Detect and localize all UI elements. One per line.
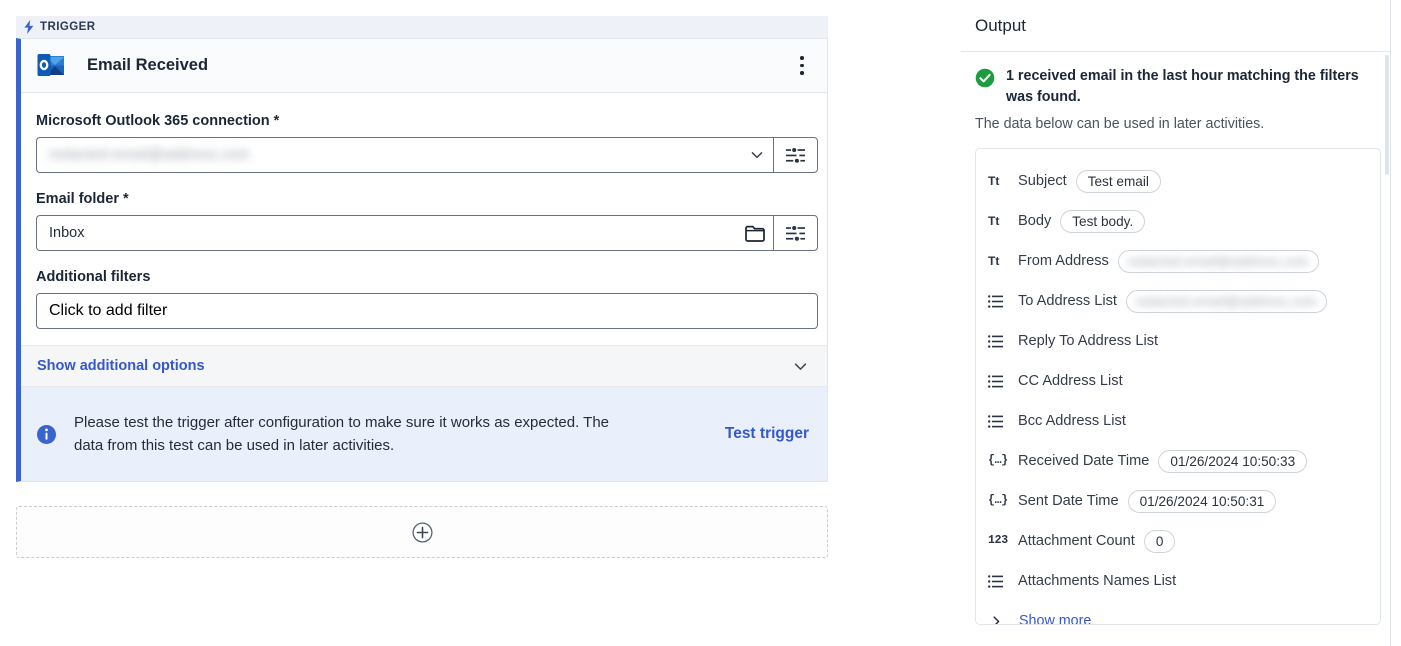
folder-expression-button[interactable] [773,215,818,251]
additional-filters-input[interactable]: Click to add filter [36,293,818,329]
plus-circle-icon [412,522,433,543]
output-subtitle: The data below can be used in later acti… [975,116,1379,132]
output-field-row[interactable]: {…} Sent Date Time 01/26/2024 10:50:31 [976,481,1380,521]
text-type-icon: Tt [988,255,1008,267]
show-more-button[interactable]: Show more [976,601,1380,625]
text-type-icon: Tt [988,175,1008,187]
output-field-value-chip[interactable]: redacted.email@address.com [1126,290,1327,313]
output-field-label: Attachment Count [1018,533,1135,549]
expression-editor-icon [786,148,805,163]
list-type-icon [988,335,1003,348]
output-field-label: Received Date Time [1018,453,1149,469]
output-field-value-chip[interactable]: 01/26/2024 10:50:33 [1158,450,1307,473]
list-type-icon [988,415,1003,428]
folder-field-row: Inbox [36,215,818,251]
folder-input[interactable]: Inbox [36,215,773,251]
output-field-value-chip[interactable]: redacted.email@address.com [1118,250,1319,273]
output-field-value-chip[interactable]: 0 [1144,530,1176,553]
output-scrollbar[interactable] [1385,55,1389,175]
output-field-label: Subject [1018,173,1067,189]
connection-input[interactable]: redacted.email@address.com [36,137,773,173]
output-fields-card: Tt Subject Test email Tt Body Test body. Tt Fro… [975,148,1381,625]
chevron-right-icon [990,615,1003,626]
folder-icon[interactable] [745,225,765,242]
text-type-icon: Tt [988,215,1008,227]
chevron-down-icon[interactable] [749,147,765,163]
output-field-label: Attachments Names List [1018,573,1176,589]
trigger-label: TRIGGER [40,21,96,33]
output-field-row[interactable]: 123 Attachment Count 0 [976,521,1380,561]
output-field-label: Body [1018,213,1051,229]
app-root: TRIGGER Email Received Microsoft Outlook… [0,0,1401,646]
list-type-icon [988,415,1008,428]
connection-field-row: redacted.email@address.com [36,137,818,173]
output-field-row[interactable]: Tt Body Test body. [976,201,1380,241]
test-trigger-info-text: Please test the trigger after configurat… [74,411,634,457]
output-field-label: Sent Date Time [1018,493,1119,509]
output-field-row[interactable]: CC Address List [976,361,1380,401]
output-field-label: To Address List [1018,293,1117,309]
connection-expression-button[interactable] [773,137,818,173]
lightning-bolt-icon [23,20,35,34]
list-type-icon [988,375,1008,388]
object-type-icon: {…} [988,455,1008,467]
list-type-icon [988,335,1008,348]
folder-field-label: Email folder * [36,191,810,207]
list-type-icon [988,575,1003,588]
output-field-label: Bcc Address List [1018,413,1126,429]
trigger-card-header: Email Received [21,39,827,93]
list-type-icon [988,295,1003,308]
add-activity-button[interactable] [16,506,828,558]
output-field-row[interactable]: Reply To Address List [976,321,1380,361]
workflow-canvas: TRIGGER Email Received Microsoft Outlook… [0,0,960,646]
trigger-card: Email Received Microsoft Outlook 365 con… [16,38,828,482]
additional-filters-placeholder: Click to add filter [49,302,167,320]
output-field-row[interactable]: {…} Received Date Time 01/26/2024 10:50:33 [976,441,1380,481]
output-status-text: 1 received email in the last hour matchi… [1006,66,1378,108]
output-field-row[interactable]: Tt From Address redacted.email@address.com [976,241,1380,281]
list-type-icon [988,295,1008,308]
trigger-band: TRIGGER [16,16,828,38]
output-field-row[interactable]: To Address List redacted.email@address.co… [976,281,1380,321]
object-type-icon: {…} [988,495,1008,507]
connection-value: redacted.email@address.com [49,147,250,163]
output-field-value-chip[interactable]: Test body. [1060,210,1145,233]
output-panel-title: Output [975,16,1026,36]
list-type-icon [988,375,1003,388]
output-panel: Output 1 received email in the last hour… [961,0,1391,646]
redacted-value: redacted.email@address.com [1128,254,1309,269]
output-panel-header: Output [961,0,1391,52]
trigger-card-title: Email Received [87,56,208,75]
trigger-card-body: Microsoft Outlook 365 connection * redac… [21,93,827,329]
list-type-icon [988,575,1008,588]
kebab-menu-icon[interactable] [791,53,813,79]
panel-divider [1390,0,1391,646]
output-status-row: 1 received email in the last hour matchi… [975,66,1379,108]
expression-editor-icon [786,226,805,241]
output-field-label: From Address [1018,253,1109,269]
test-trigger-button[interactable]: Test trigger [725,425,809,443]
info-icon [37,425,56,444]
output-field-row[interactable]: Tt Subject Test email [976,161,1380,201]
show-additional-options-toggle[interactable]: Show additional options [21,345,827,387]
output-field-label: Reply To Address List [1018,333,1158,349]
output-field-value-chip[interactable]: Test email [1076,170,1161,193]
output-field-row[interactable]: Attachments Names List [976,561,1380,601]
success-check-icon [975,68,995,88]
output-field-row[interactable]: Bcc Address List [976,401,1380,441]
connection-field-label: Microsoft Outlook 365 connection * [36,113,810,129]
redacted-value: redacted.email@address.com [1136,294,1317,309]
show-more-label: Show more [1019,613,1091,625]
number-type-icon: 123 [988,535,1008,547]
microsoft-outlook-icon [37,53,65,79]
additional-filters-label: Additional filters [36,269,810,285]
show-additional-options-label: Show additional options [37,358,205,374]
output-panel-body: 1 received email in the last hour matchi… [961,52,1391,625]
chevron-down-icon [792,358,809,375]
output-field-value-chip[interactable]: 01/26/2024 10:50:31 [1128,490,1277,513]
folder-value: Inbox [49,225,84,241]
test-trigger-info-bar: Please test the trigger after configurat… [21,387,827,481]
output-field-label: CC Address List [1018,373,1123,389]
